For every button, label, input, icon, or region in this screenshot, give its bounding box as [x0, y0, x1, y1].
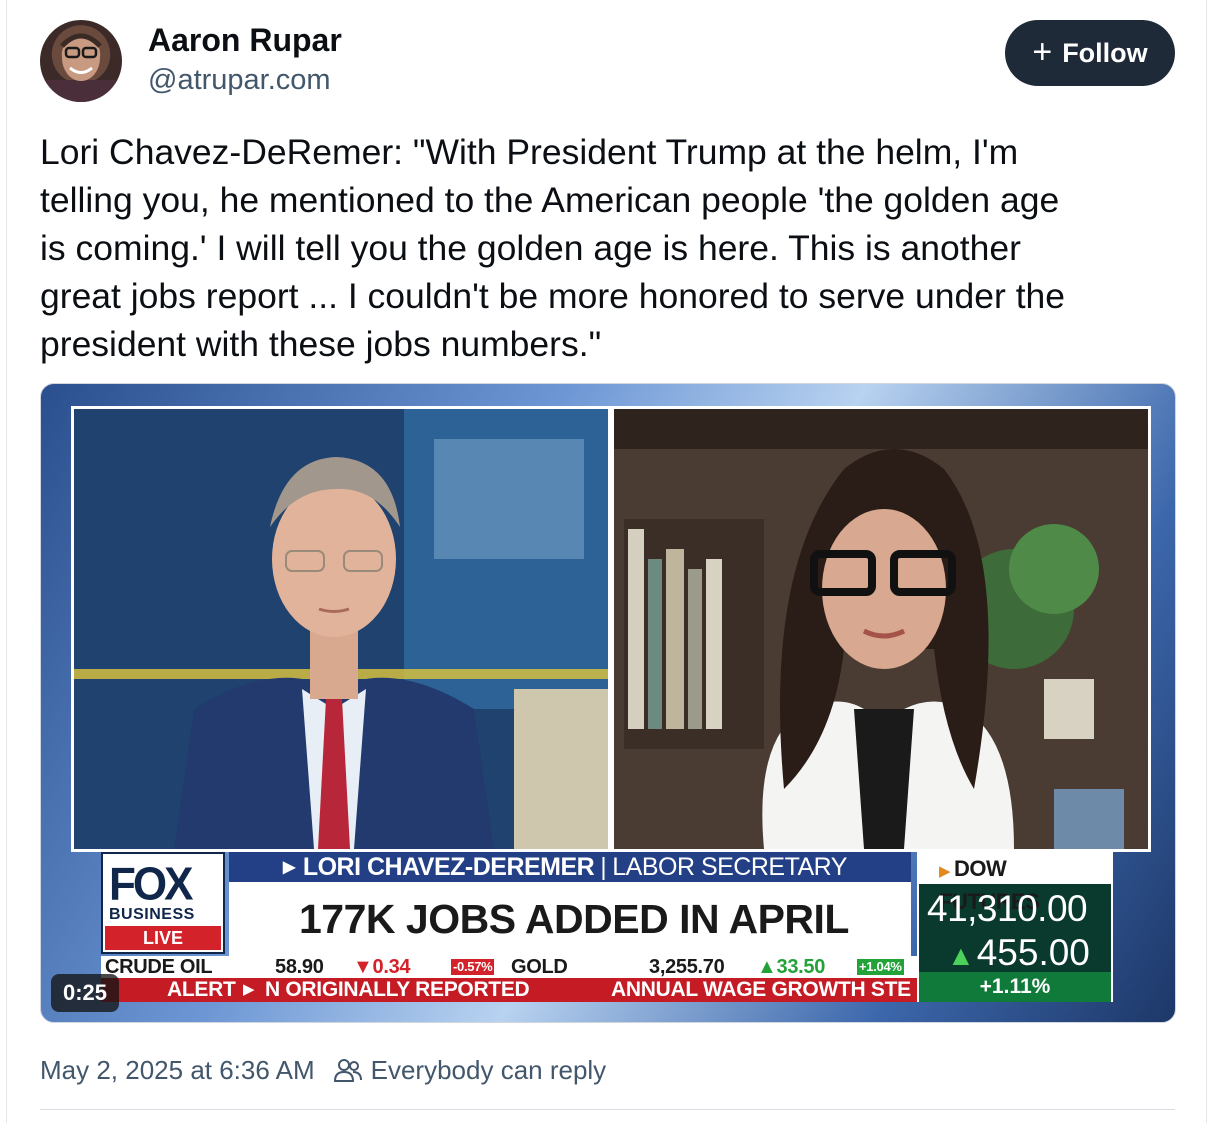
- dow-futures-label: ▶ DOW FUTURES: [919, 854, 1111, 914]
- ticker-crude-change: ▼0.34: [353, 956, 411, 978]
- ticker-alert-text2: ANNUAL WAGE GROWTH STE: [611, 978, 911, 1001]
- post-text: Lori Chavez-DeRemer: "With President Tru…: [40, 132, 1066, 364]
- fox-business-logo: FOX BUSINESS LIVE: [101, 852, 225, 954]
- author-handle[interactable]: @atrupar.com: [148, 64, 331, 97]
- video-player[interactable]: FOX BUSINESS LIVE ▶ LORI CHAVEZ-DEREMER …: [40, 383, 1176, 1023]
- reply-setting-label: Everybody can reply: [370, 1054, 607, 1085]
- author-display-name[interactable]: Aaron Rupar: [148, 22, 342, 59]
- ticker-alert-text1: N ORIGINALLY REPORTED: [265, 978, 530, 1001]
- ticker-alert-arrow: ▶: [243, 981, 255, 998]
- ticker-crude-value: 58.90: [275, 956, 324, 978]
- video-elapsed-time: 0:25: [51, 974, 120, 1012]
- post-timestamp[interactable]: May 2, 2025 at 6:36 AM: [40, 1055, 315, 1086]
- dow-change-value: 455.00: [976, 932, 1090, 973]
- up-arrow-icon: ▲: [947, 940, 975, 971]
- ticker-gold-pct: +1.04%: [857, 959, 904, 975]
- chyron-name: LORI CHAVEZ-DEREMER: [302, 852, 595, 881]
- chyron-title: LABOR SECRETARY: [612, 852, 847, 881]
- dow-label-arrow: ▶: [939, 863, 951, 880]
- ticker-gold-change: ▲33.50: [757, 956, 826, 978]
- chyron-separator: |: [600, 852, 607, 881]
- market-ticker: CRUDE OIL 58.90 ▼0.34 -0.57% GOLD 3,255.…: [101, 956, 917, 978]
- follow-button[interactable]: + Follow: [1005, 20, 1175, 86]
- ticker-gold-value: 3,255.70: [649, 956, 725, 978]
- network-logo-subtitle: BUSINESS: [109, 906, 195, 923]
- people-icon: [333, 1057, 363, 1083]
- network-logo-word: FOX: [109, 858, 193, 911]
- ticker-crude-pct: -0.57%: [451, 959, 495, 975]
- ticker-crude-label: CRUDE OIL: [105, 956, 213, 978]
- chyron-name-bar: ▶ LORI CHAVEZ-DEREMER | LABOR SECRETARY: [229, 852, 911, 882]
- frame-border-right: [1206, 0, 1207, 1123]
- chyron-headline: 177K JOBS ADDED IN APRIL: [229, 882, 911, 956]
- alert-ticker: ALERT ▶ N ORIGINALLY REPORTED ANNUAL WAG…: [101, 978, 917, 1002]
- avatar[interactable]: [40, 20, 122, 102]
- dow-futures-value: 41,310.00: [927, 888, 1088, 929]
- ticker-alert-label: ALERT: [167, 978, 236, 1001]
- video-frame-anchor: [71, 406, 611, 852]
- plus-icon: +: [1032, 32, 1053, 71]
- dow-futures-box: ▶ DOW FUTURES 41,310.00 ▲455.00 +1.11%: [917, 852, 1113, 1002]
- frame-border-left: [6, 0, 7, 1123]
- live-badge: LIVE: [105, 926, 221, 950]
- post-footer: May 2, 2025 at 6:36 AM Everybody can rep…: [40, 1054, 606, 1086]
- dow-futures-change: ▲455.00: [947, 932, 1090, 974]
- post-divider: [40, 1109, 1175, 1110]
- chyron-arrow: ▶: [283, 859, 295, 876]
- ticker-gold-label: GOLD: [511, 956, 568, 978]
- dow-futures-percent: +1.11%: [919, 972, 1111, 1002]
- follow-button-label: Follow: [1062, 37, 1148, 68]
- video-frame-guest: [611, 406, 1151, 852]
